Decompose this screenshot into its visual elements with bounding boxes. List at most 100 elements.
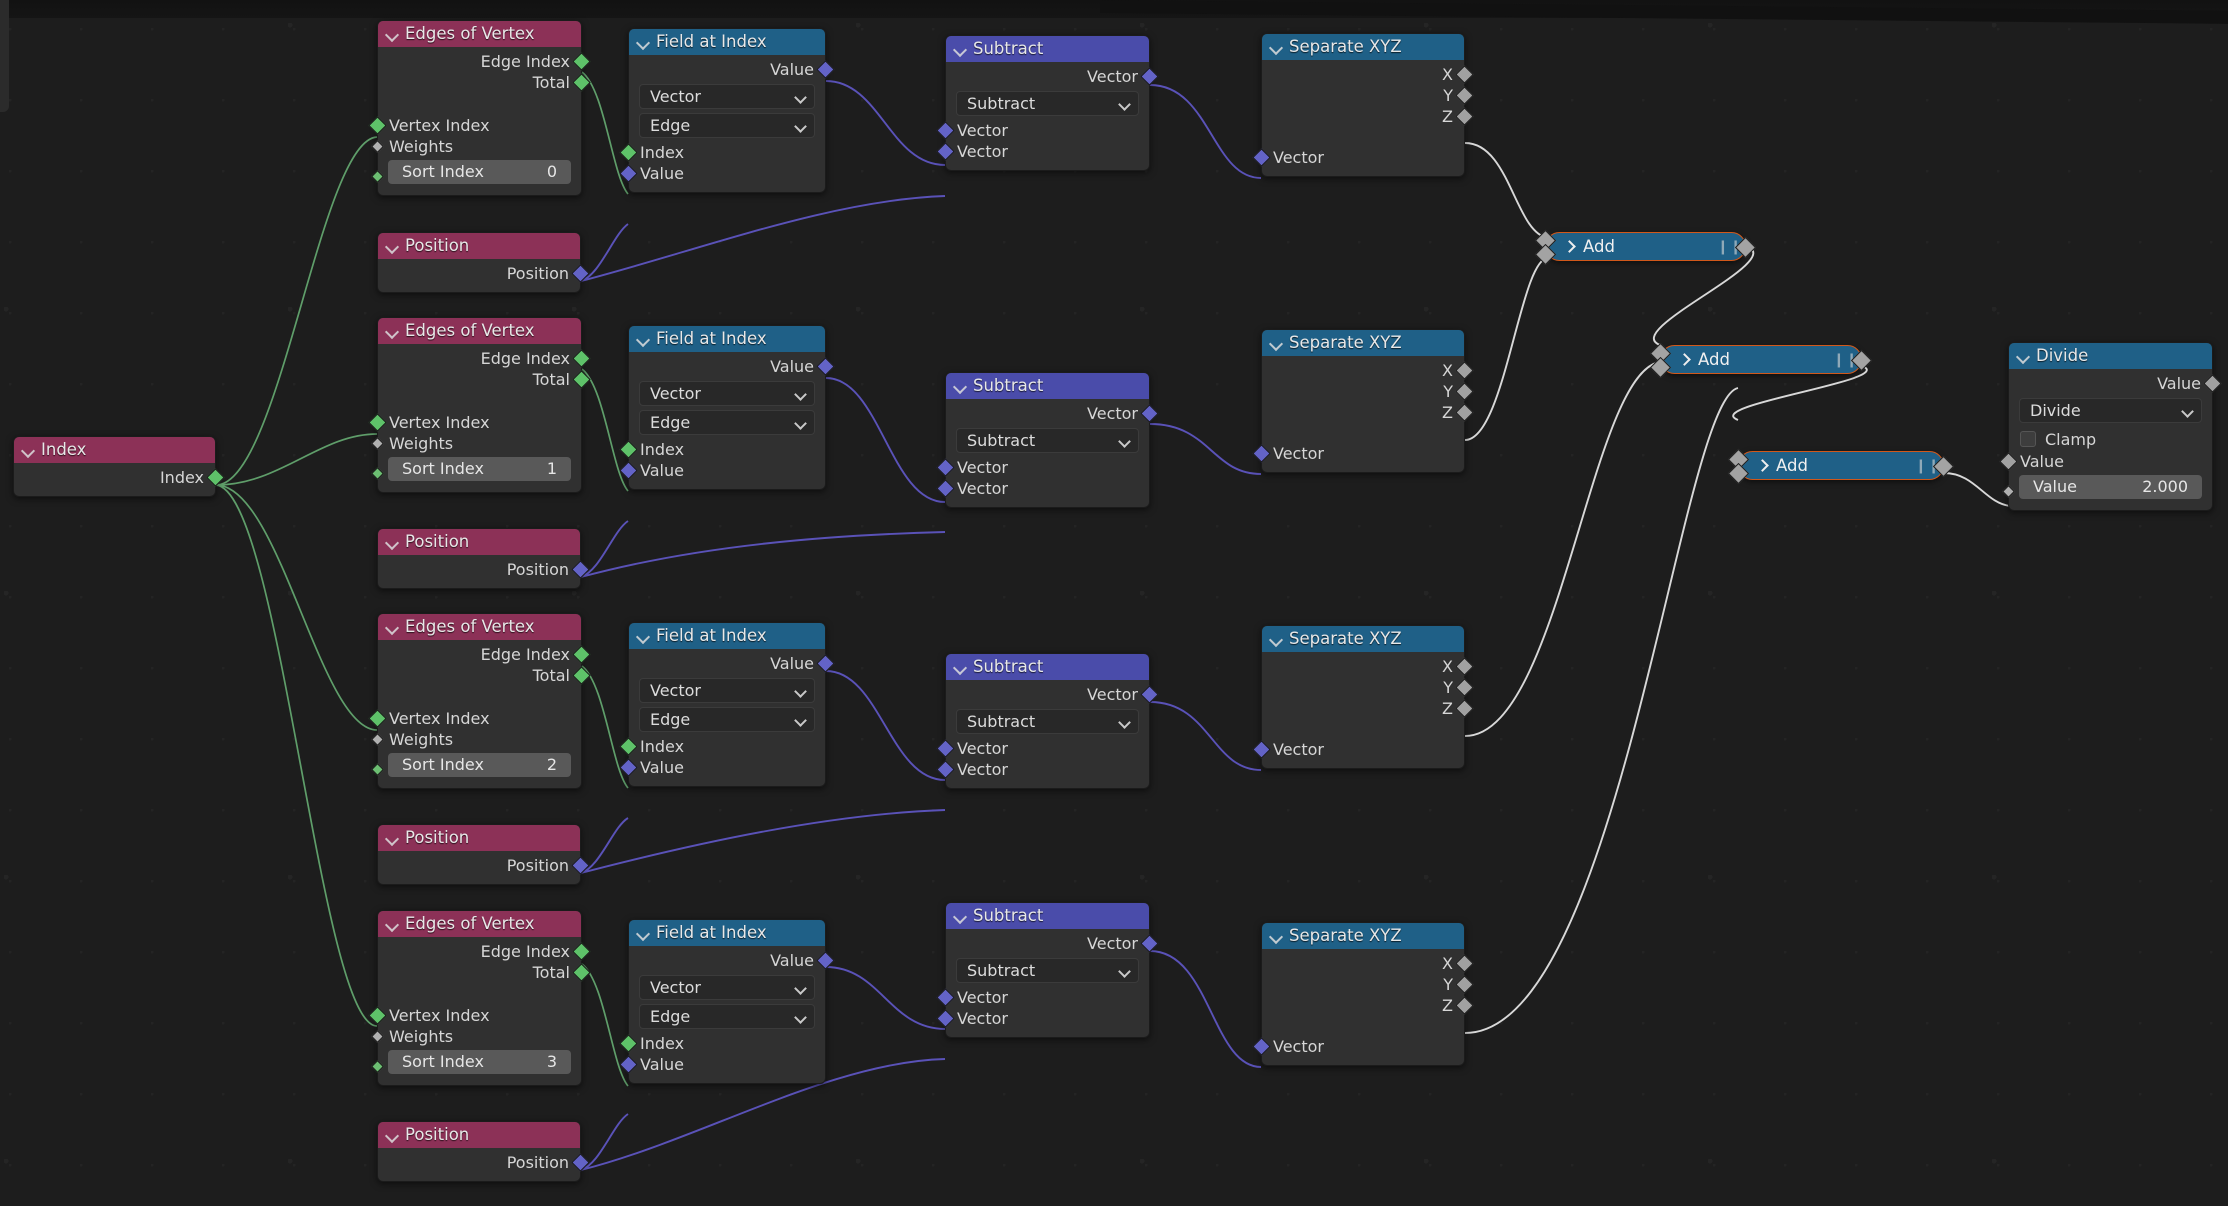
chevron-down-icon[interactable] <box>386 28 398 40</box>
input-socket-vertex-index[interactable] <box>368 1006 387 1025</box>
input-socket-vertex-index[interactable] <box>368 116 387 135</box>
input-socket-sort-index[interactable] <box>371 466 384 480</box>
output-socket-x[interactable] <box>1455 954 1474 973</box>
socket-row-value-out[interactable]: Value <box>629 356 835 377</box>
socket-row-x-out[interactable]: X <box>1262 360 1474 381</box>
output-socket-x[interactable] <box>1455 361 1474 380</box>
chevron-down-icon[interactable] <box>637 927 649 939</box>
node-separate-xyz-2[interactable]: Separate XYZ X Y Z Vector <box>1252 329 1474 473</box>
node-header[interactable]: Separate XYZ <box>1262 34 1464 60</box>
data-type-dropdown[interactable]: Vector <box>639 84 815 109</box>
socket-row-y-out[interactable]: Y <box>1262 85 1474 106</box>
socket-row-vector-b-in[interactable]: Vector <box>936 759 1149 780</box>
input-socket-vector[interactable] <box>1252 1037 1271 1056</box>
input-socket-index[interactable] <box>619 1034 638 1053</box>
socket-row-y-out[interactable]: Y <box>1262 677 1474 698</box>
input-socket-weights[interactable] <box>371 437 384 450</box>
output-socket-total[interactable] <box>572 666 591 685</box>
socket-row-weights-in[interactable]: Weights <box>371 433 581 454</box>
node-separate-xyz-4[interactable]: Separate XYZ X Y Z Vector <box>1252 922 1474 1066</box>
output-socket-vector[interactable] <box>1140 685 1159 704</box>
input-socket-value-b[interactable] <box>2002 484 2015 498</box>
node-header[interactable]: Field at Index <box>629 920 825 946</box>
socket-row-position-out[interactable]: Position <box>378 559 590 580</box>
socket-row-x-out[interactable]: X <box>1262 64 1474 85</box>
output-socket-y[interactable] <box>1455 678 1474 697</box>
output-socket-z[interactable] <box>1455 107 1474 126</box>
socket-row-position-out[interactable]: Position <box>378 1152 590 1173</box>
socket-row-z-out[interactable]: Z <box>1262 995 1474 1016</box>
output-socket-edge-index[interactable] <box>572 52 591 71</box>
node-header[interactable]: Divide <box>2009 343 2212 369</box>
output-socket-edge-index[interactable] <box>572 645 591 664</box>
node-add-2[interactable]: Add ❙❙ <box>1649 342 1873 379</box>
node-position-3[interactable]: Position Position <box>377 824 590 885</box>
socket-row-vector-out[interactable]: Vector <box>946 403 1159 424</box>
node-field-at-index-4[interactable]: Field at Index Value Vector Edge Index V… <box>619 919 835 1084</box>
socket-row-y-out[interactable]: Y <box>1262 974 1474 995</box>
chevron-right-icon[interactable] <box>1757 460 1768 471</box>
geometry-node-editor-canvas[interactable]: Index Index Edges of Vertex Edge Index T… <box>0 0 2228 1206</box>
socket-row-x-out[interactable]: X <box>1262 656 1474 677</box>
divide-value-field[interactable]: Value 2.000 <box>2019 475 2202 499</box>
socket-row-index-in[interactable]: Index <box>619 736 825 757</box>
chevron-down-icon[interactable] <box>954 380 966 392</box>
output-socket-value[interactable] <box>816 357 835 376</box>
output-socket-value[interactable] <box>2203 374 2222 393</box>
chevron-down-icon[interactable] <box>1270 337 1282 349</box>
domain-dropdown[interactable]: Edge <box>639 410 815 435</box>
socket-row-edge-index-out[interactable]: Edge Index <box>378 941 591 962</box>
socket-row-index-in[interactable]: Index <box>619 1033 825 1054</box>
output-socket-total[interactable] <box>572 370 591 389</box>
input-socket-sort-index[interactable] <box>371 762 384 776</box>
input-socket-vector-b[interactable] <box>936 479 955 498</box>
domain-dropdown[interactable]: Edge <box>639 707 815 732</box>
output-socket-x[interactable] <box>1455 65 1474 84</box>
node-edges-of-vertex-4[interactable]: Edges of Vertex Edge Index Total Vertex … <box>368 910 591 1086</box>
chevron-down-icon[interactable] <box>637 36 649 48</box>
output-socket-value[interactable] <box>816 60 835 79</box>
chevron-down-icon[interactable] <box>386 918 398 930</box>
input-socket-vector[interactable] <box>1252 148 1271 167</box>
output-socket-edge-index[interactable] <box>572 349 591 368</box>
node-header[interactable]: Separate XYZ <box>1262 330 1464 356</box>
chevron-down-icon[interactable] <box>954 910 966 922</box>
output-socket-position[interactable] <box>571 560 590 579</box>
node-header[interactable]: Subtract <box>946 654 1149 680</box>
input-socket-vector-b[interactable] <box>936 1009 955 1028</box>
socket-row-edge-index-out[interactable]: Edge Index <box>378 51 591 72</box>
node-edges-of-vertex-1[interactable]: Edges of Vertex Edge Index Total Vertex … <box>368 20 591 196</box>
socket-row-vector-in[interactable]: Vector <box>1252 739 1464 760</box>
input-socket-vector-b[interactable] <box>936 142 955 161</box>
input-socket-weights[interactable] <box>371 733 384 746</box>
node-header[interactable]: Edges of Vertex <box>378 614 581 640</box>
input-socket-vector-a[interactable] <box>936 739 955 758</box>
input-socket-value[interactable] <box>619 164 638 183</box>
socket-row-edge-index-out[interactable]: Edge Index <box>378 644 591 665</box>
operation-dropdown[interactable]: Subtract <box>956 91 1139 116</box>
output-socket-value[interactable] <box>816 951 835 970</box>
output-socket-position[interactable] <box>571 856 590 875</box>
input-socket-vector[interactable] <box>1252 444 1271 463</box>
sort-index-field[interactable]: Sort Index 1 <box>388 457 571 481</box>
chevron-down-icon[interactable] <box>386 536 398 548</box>
input-socket-weights[interactable] <box>371 140 384 153</box>
socket-row-position-out[interactable]: Position <box>378 263 590 284</box>
clamp-checkbox-row[interactable]: Clamp <box>2009 427 2212 451</box>
chevron-down-icon[interactable] <box>386 1129 398 1141</box>
node-position-1[interactable]: Position Position <box>377 232 590 293</box>
output-socket-y[interactable] <box>1455 382 1474 401</box>
chevron-down-icon[interactable] <box>637 630 649 642</box>
socket-row-value-a-in[interactable]: Value <box>1999 451 2212 472</box>
node-header[interactable]: Edges of Vertex <box>378 911 581 937</box>
node-subtract-2[interactable]: Subtract Vector Subtract Vector Vector <box>936 372 1159 508</box>
socket-row-vector-a-in[interactable]: Vector <box>936 120 1149 141</box>
socket-row-vertex-index-in[interactable]: Vertex Index <box>368 115 581 136</box>
socket-row-value-in[interactable]: Value <box>619 460 825 481</box>
node-header[interactable]: Edges of Vertex <box>378 21 581 47</box>
node-header[interactable]: Separate XYZ <box>1262 923 1464 949</box>
chevron-right-icon[interactable] <box>1679 354 1690 365</box>
output-socket-index[interactable] <box>206 468 225 487</box>
socket-row-vector-in[interactable]: Vector <box>1252 443 1464 464</box>
chevron-down-icon[interactable] <box>2017 350 2029 362</box>
